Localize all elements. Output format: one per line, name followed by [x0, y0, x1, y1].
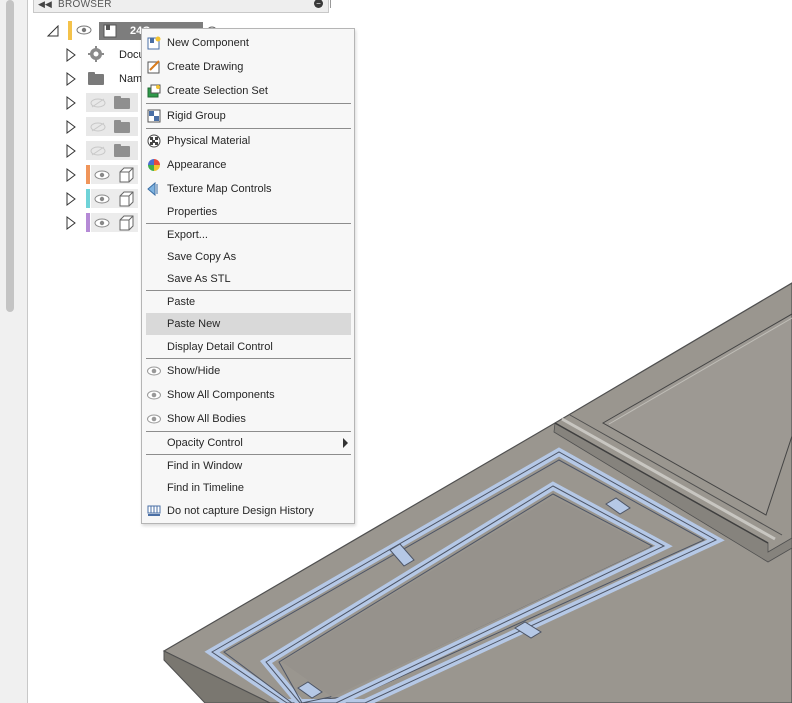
submenu-arrow-icon	[343, 438, 348, 448]
eye-hidden-icon[interactable]	[90, 122, 106, 132]
menu-item-do-not-capture-design-history[interactable]: Do not capture Design History	[142, 500, 354, 522]
menu-separator	[146, 128, 351, 129]
expand-right-icon[interactable]	[66, 96, 76, 110]
menu-item-create-drawing[interactable]: Create Drawing	[142, 56, 354, 78]
expand-right-icon[interactable]	[66, 168, 76, 182]
panel-pin-icon[interactable]	[330, 0, 333, 8]
body-icon	[119, 167, 134, 183]
menu-item-physical-material[interactable]: Physical Material	[142, 130, 354, 152]
body-color-bar	[86, 189, 90, 208]
folder-icon	[114, 120, 130, 133]
menu-item-new-component[interactable]: New Component	[142, 32, 354, 54]
selection-set-icon	[147, 84, 161, 98]
tree-row-body-cyan[interactable]	[66, 188, 142, 210]
tree-row-hidden-folder-2[interactable]	[66, 116, 142, 138]
tree-row-document-settings[interactable]: Docu	[66, 44, 146, 66]
appearance-icon	[148, 159, 160, 171]
tree-row-body-purple[interactable]	[66, 212, 142, 234]
folder-icon	[114, 96, 130, 109]
create-drawing-icon	[147, 60, 160, 74]
menu-separator	[146, 103, 351, 104]
menu-item-save-copy-as[interactable]: Save Copy As	[142, 246, 354, 268]
eye-icon	[147, 414, 161, 424]
minimize-icon[interactable]: −	[314, 0, 323, 8]
eye-icon[interactable]	[94, 170, 110, 180]
expand-right-icon[interactable]	[66, 48, 76, 62]
new-component-icon	[147, 36, 161, 50]
texture-map-icon	[147, 182, 158, 196]
eye-hidden-icon[interactable]	[90, 146, 106, 156]
rigid-group-icon	[147, 109, 161, 123]
eye-icon	[147, 390, 161, 400]
tree-row-hidden-folder-3[interactable]	[66, 140, 142, 162]
gear-icon	[88, 46, 104, 62]
menu-item-save-as-stl[interactable]: Save As STL	[142, 268, 354, 290]
menu-item-show-hide[interactable]: Show/Hide	[142, 360, 354, 382]
browser-title: BROWSER	[58, 0, 112, 10]
menu-item-find-in-timeline[interactable]: Find in Timeline	[142, 477, 354, 499]
menu-item-texture-map-controls[interactable]: Texture Map Controls	[142, 178, 354, 200]
menu-item-opacity-control[interactable]: Opacity Control	[142, 432, 354, 454]
menu-item-appearance[interactable]: Appearance	[142, 154, 354, 176]
menu-item-properties[interactable]: Properties	[142, 201, 354, 223]
menu-item-export[interactable]: Export...	[142, 224, 354, 246]
expand-right-icon[interactable]	[66, 120, 76, 134]
tree-row-body-orange[interactable]	[66, 164, 142, 186]
menu-item-display-detail-control[interactable]: Display Detail Control	[142, 336, 354, 358]
eye-icon[interactable]	[94, 194, 110, 204]
tree-row-hidden-folder-1[interactable]	[66, 92, 142, 114]
eye-icon[interactable]	[94, 218, 110, 228]
folder-icon	[88, 72, 104, 85]
expand-down-icon[interactable]	[46, 25, 60, 37]
expand-right-icon[interactable]	[66, 72, 76, 86]
eye-icon[interactable]	[76, 25, 92, 35]
menu-item-create-selection-set[interactable]: Create Selection Set	[142, 80, 354, 102]
folder-icon	[114, 144, 130, 157]
double-left-arrow-icon[interactable]: ◀◀	[38, 0, 52, 10]
physical-material-icon	[147, 134, 161, 148]
menu-item-show-all-components[interactable]: Show All Components	[142, 384, 354, 406]
menu-item-rigid-group[interactable]: Rigid Group	[142, 105, 354, 127]
component-icon	[103, 24, 117, 38]
body-icon	[119, 191, 134, 207]
eye-hidden-icon[interactable]	[90, 98, 106, 108]
expand-right-icon[interactable]	[66, 192, 76, 206]
expand-right-icon[interactable]	[66, 216, 76, 230]
component-color-bar	[68, 21, 72, 40]
eye-icon	[147, 366, 161, 376]
browser-header: ◀◀ BROWSER −	[33, 0, 329, 13]
expand-right-icon[interactable]	[66, 144, 76, 158]
menu-item-find-in-window[interactable]: Find in Window	[142, 455, 354, 477]
design-history-icon	[147, 505, 161, 516]
body-color-bar	[86, 213, 90, 232]
tree-row-named-views[interactable]: Nam	[66, 68, 146, 90]
menu-item-show-all-bodies[interactable]: Show All Bodies	[142, 408, 354, 430]
body-icon	[119, 215, 134, 231]
body-color-bar	[86, 165, 90, 184]
context-menu: New Component Create Drawing Create Sele…	[141, 28, 355, 524]
menu-item-paste-new[interactable]: Paste New	[146, 313, 351, 335]
menu-separator	[146, 358, 351, 359]
tree-label-named: Nam	[119, 73, 143, 85]
menu-item-paste[interactable]: Paste	[142, 291, 354, 313]
